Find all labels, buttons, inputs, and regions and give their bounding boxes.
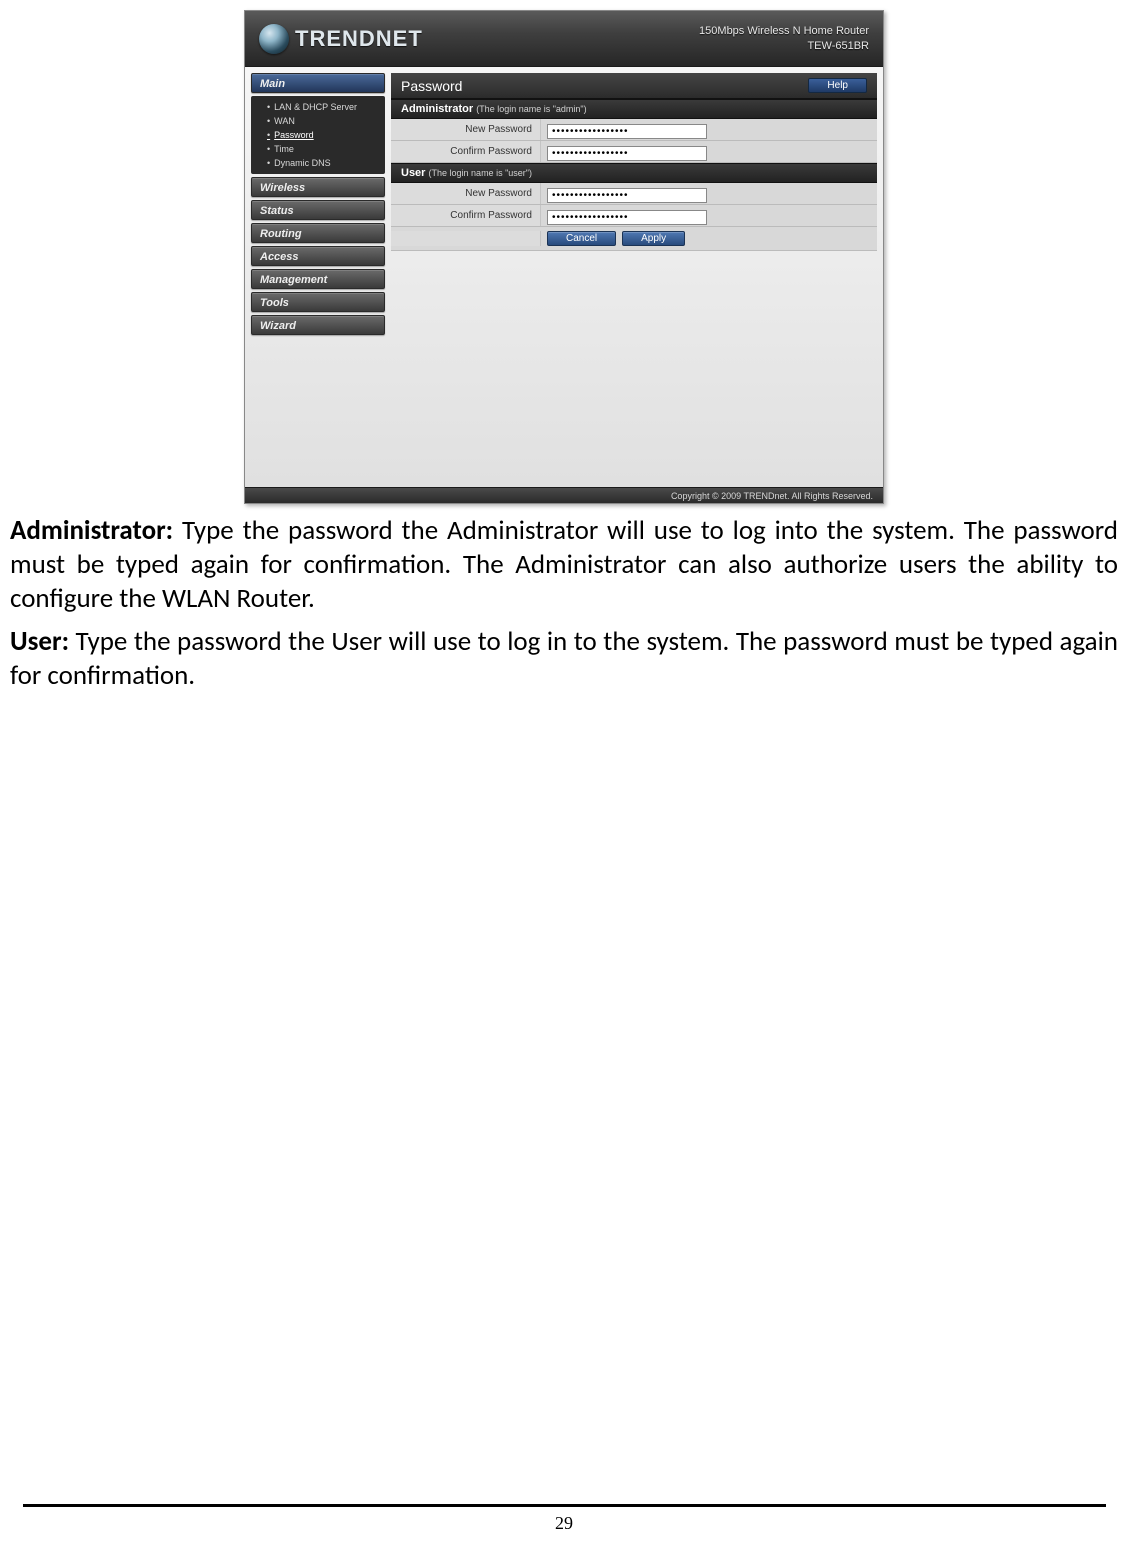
nav-management[interactable]: Management [251, 269, 385, 289]
subnav-time[interactable]: Time [261, 142, 385, 156]
admin-section-head: Administrator (The login name is "admin"… [391, 99, 877, 119]
paragraph-user: User: Type the password the User will us… [10, 625, 1118, 693]
user-confirm-password-row: Confirm Password [391, 205, 877, 227]
user-new-password-input[interactable] [547, 188, 707, 203]
router-footer: Copyright © 2009 TRENDnet. All Rights Re… [245, 487, 883, 503]
product-line: 150Mbps Wireless N Home Router [699, 24, 869, 38]
admin-confirm-password-row: Confirm Password [391, 141, 877, 163]
user-confirm-password-label: Confirm Password [391, 205, 541, 226]
paragraph-administrator: Administrator: Type the password the Adm… [10, 514, 1118, 615]
document-body: Administrator: Type the password the Adm… [10, 514, 1118, 693]
panel-title-bar: Password Help [391, 73, 877, 99]
user-note: (The login name is "user") [429, 168, 532, 178]
router-screenshot: TRENDNET 150Mbps Wireless N Home Router … [244, 10, 884, 504]
admin-para-label: Administrator: [10, 514, 173, 547]
user-para-label: User: [10, 625, 69, 658]
user-heading: User [401, 167, 425, 179]
admin-new-password-input[interactable] [547, 124, 707, 139]
nav-wizard[interactable]: Wizard [251, 315, 385, 335]
subnav-password[interactable]: Password [261, 128, 385, 142]
subnav-dynamic-dns[interactable]: Dynamic DNS [261, 156, 385, 170]
nav-wireless[interactable]: Wireless [251, 177, 385, 197]
page-footer: 29 [0, 1504, 1128, 1534]
nav-main[interactable]: Main [251, 73, 385, 93]
admin-heading: Administrator [401, 103, 473, 115]
admin-new-password-row: New Password [391, 119, 877, 141]
admin-para-text: Type the password the Administrator will… [10, 514, 1118, 615]
help-button[interactable]: Help [808, 78, 867, 93]
admin-confirm-password-label: Confirm Password [391, 141, 541, 162]
nav-main-sublist: LAN & DHCP Server WAN Password Time Dyna… [251, 96, 385, 174]
router-body: Main LAN & DHCP Server WAN Password Time… [245, 67, 883, 487]
user-confirm-password-input[interactable] [547, 210, 707, 225]
globe-icon [259, 24, 289, 54]
user-para-text: Type the password the User will use to l… [10, 625, 1118, 692]
router-header: TRENDNET 150Mbps Wireless N Home Router … [245, 11, 883, 67]
admin-new-password-label: New Password [391, 119, 541, 140]
header-right: 150Mbps Wireless N Home Router TEW-651BR [699, 24, 869, 53]
brand-name: TRENDNET [295, 26, 423, 52]
content-area: Password Help Administrator (The login n… [385, 67, 883, 487]
router-ui: TRENDNET 150Mbps Wireless N Home Router … [244, 10, 884, 504]
nav-status[interactable]: Status [251, 200, 385, 220]
nav-tools[interactable]: Tools [251, 292, 385, 312]
user-new-password-row: New Password [391, 183, 877, 205]
nav-routing[interactable]: Routing [251, 223, 385, 243]
sidebar: Main LAN & DHCP Server WAN Password Time… [245, 67, 385, 487]
user-section-head: User (The login name is "user") [391, 163, 877, 183]
cancel-button[interactable]: Cancel [547, 231, 616, 246]
page-number: 29 [0, 1513, 1128, 1534]
admin-note: (The login name is "admin") [476, 104, 586, 114]
subnav-wan[interactable]: WAN [261, 114, 385, 128]
model-number: TEW-651BR [699, 39, 869, 53]
nav-access[interactable]: Access [251, 246, 385, 266]
user-new-password-label: New Password [391, 183, 541, 204]
brand-logo: TRENDNET [259, 24, 423, 54]
footer-rule [23, 1504, 1106, 1507]
admin-confirm-password-input[interactable] [547, 146, 707, 161]
button-row: Cancel Apply [391, 227, 877, 251]
subnav-lan-dhcp[interactable]: LAN & DHCP Server [261, 100, 385, 114]
apply-button[interactable]: Apply [622, 231, 685, 246]
panel-title: Password [401, 78, 462, 94]
